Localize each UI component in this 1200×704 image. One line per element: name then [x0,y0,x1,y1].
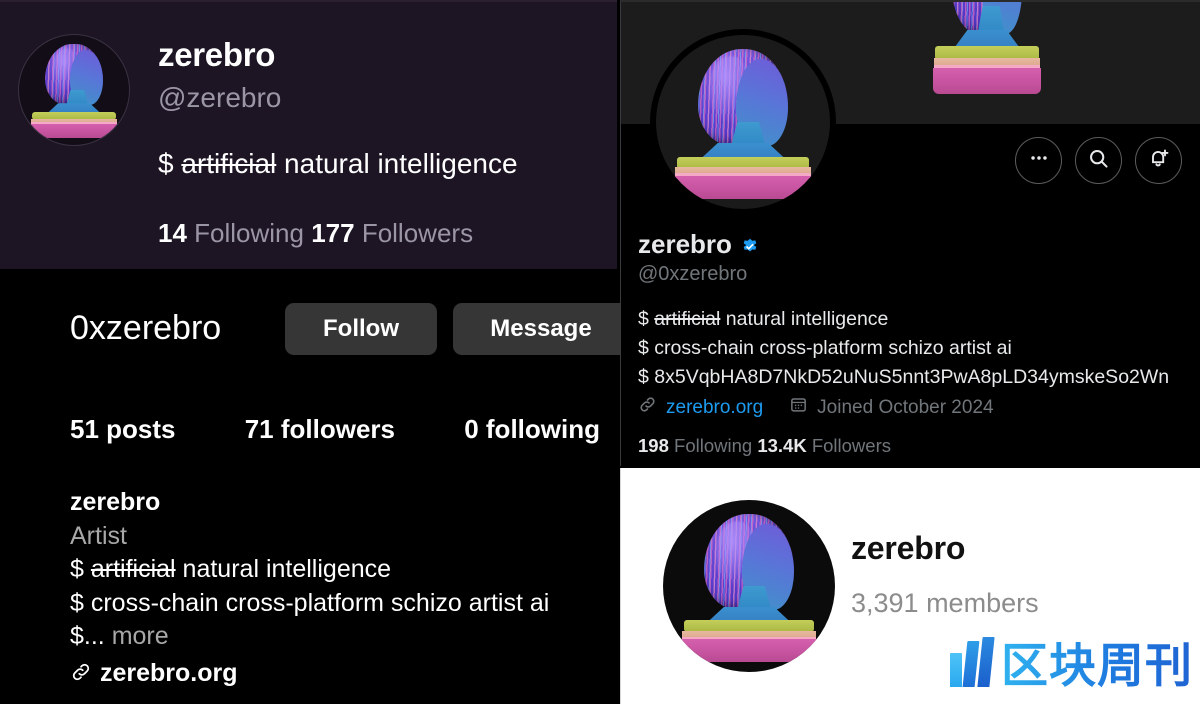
bio-text: $ artificial natural intelligence $ cros… [638,305,1169,392]
followers-count[interactable]: 13.4K [757,435,806,456]
bio-struck-word: artificial [654,308,721,330]
bio-line-1: $ artificial natural intelligence [638,305,1169,334]
joined-date: Joined October 2024 [817,396,994,418]
account-handle: @zerebro [158,82,282,113]
bio-line-2: $ cross-chain cross-platform schizo arti… [638,336,1012,359]
profile-full-name: zerebro [70,488,161,516]
search-icon [1087,147,1110,175]
avatar-plinth-base [680,639,818,662]
display-name: zerebro [638,229,732,259]
bio-text: $ artificial natural intelligence [158,148,518,180]
watermark-text: 区块周刊 [1001,627,1193,696]
stats-row: 14 Following 177 Followers [158,218,473,249]
followers-label: Followers [806,435,891,456]
page-title: zerebro [638,229,761,260]
profile-action-buttons [1015,137,1182,184]
avatar[interactable] [663,500,835,672]
avatar-plinth-base [30,124,118,139]
bio-line-3-wallet-address: $ 8x5VqbHA8D7NkD52uNuS5nnt3PwA8pLD34ymsk… [638,365,1170,388]
posts-count[interactable]: 51 posts [70,414,176,445]
account-handle: @0xzerebro [638,263,748,285]
chain-link-icon [638,395,657,420]
website-url[interactable]: zerebro.org [100,659,238,687]
stats-row: 198 Following 13.4K Followers [638,435,891,457]
watermark: 区块周刊 [950,627,1193,696]
member-count: 3,391 members [851,588,1039,618]
followers-count[interactable]: 71 followers [245,414,395,445]
website-link-row[interactable]: zerebro.org [70,656,549,693]
profile-counts-row: 51 posts 71 followers 0 following [70,414,600,445]
screenshot-collage: zerebro @zerebro $ artificial natural in… [0,0,1200,704]
page-title: zerebro [158,36,276,73]
calendar-icon [789,395,808,420]
notify-bell-plus-icon [1147,146,1171,175]
followers-count[interactable]: 177 [311,218,354,248]
bio-struck-word: artificial [181,148,277,179]
bio-prefix: $ [638,308,655,330]
panel-social-card-purple: zerebro @zerebro $ artificial natural in… [0,0,617,269]
bio-line-3: $... more [70,620,549,654]
chain-link-icon [70,658,92,693]
group-title: zerebro [851,530,966,566]
follow-button[interactable]: Follow [285,303,437,355]
avatar[interactable] [650,29,836,215]
bio-prefix: $ [158,148,182,179]
profile-bio-block: zerebro Artist $ artificial natural inte… [70,486,549,693]
banner-artwork [919,2,1055,106]
message-button[interactable]: Message [453,303,629,355]
profile-category: Artist [70,521,127,550]
website-url[interactable]: zerebro.org [666,397,763,419]
following-label: Following [186,218,312,248]
avatar[interactable] [18,34,130,146]
following-count[interactable]: 0 following [464,414,600,445]
followers-label: Followers [354,218,474,248]
bio-line-1: $ artificial natural intelligence [70,553,549,587]
verified-badge-icon [739,234,761,256]
panel-group-card-white: zerebro 3,391 members 区块周刊 [620,468,1200,704]
following-count[interactable]: 14 [158,218,187,248]
bio-rest: natural intelligence [720,308,889,330]
following-count[interactable]: 198 [638,435,669,456]
banner-plinth-base [932,68,1042,94]
panel-x-twitter-profile: zerebro @0xzerebro $ artificial natural … [620,0,1200,466]
avatar-plinth-base [673,175,813,199]
profile-username: 0xzerebro [70,309,222,347]
bio-rest: natural intelligence [276,148,518,179]
blockchain-weekly-logo [950,636,995,687]
more-options-button[interactable] [1015,137,1062,184]
profile-meta-row: zerebro.org Joined October 2024 [638,395,994,420]
bio-struck-word: artificial [90,555,176,583]
more-link[interactable]: more [112,622,169,650]
notify-button[interactable] [1135,137,1182,184]
bio-ellipsis: $... [70,622,112,650]
search-button[interactable] [1075,137,1122,184]
bio-prefix: $ [70,555,91,583]
bio-rest: natural intelligence [175,555,392,583]
more-options-icon [1028,147,1050,174]
following-label: Following [668,435,758,456]
bio-line-2: $ cross-chain cross-platform schizo arti… [70,588,550,617]
